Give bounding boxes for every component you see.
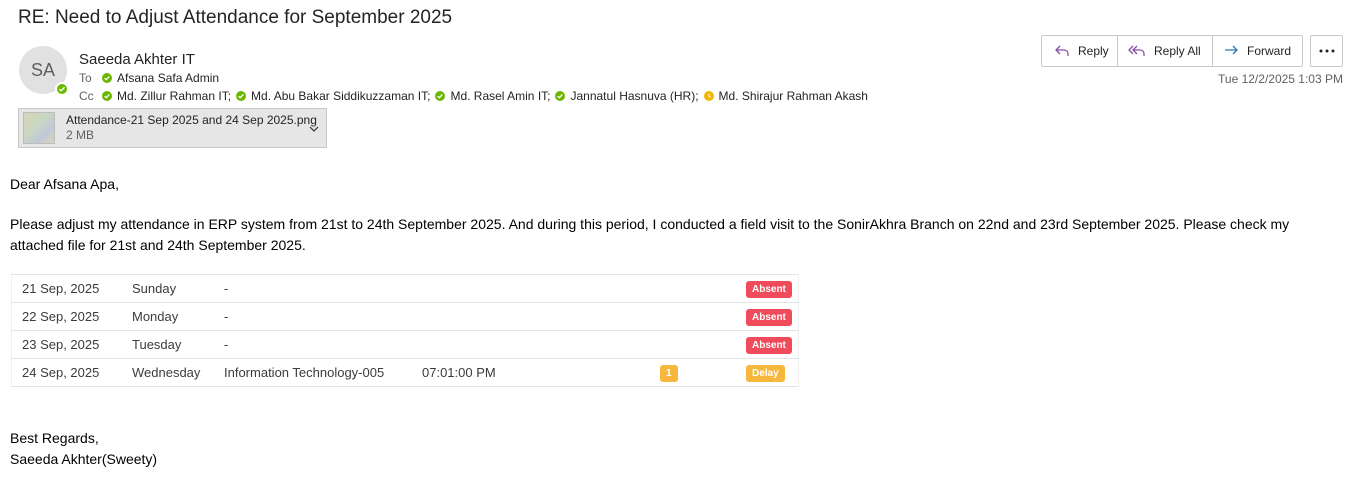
time-cell (422, 330, 660, 359)
recipient-cc[interactable]: Md. Abu Bakar Siddikuzzaman IT; (236, 89, 430, 103)
email-greeting: Dear Afsana Apa, (10, 176, 119, 192)
avatar-initials: SA (30, 59, 55, 80)
count-cell: 1 (660, 358, 746, 387)
recipient-cc[interactable]: Md. Zillur Rahman IT; (102, 89, 231, 103)
recipient-name: Afsana Safa Admin (117, 71, 220, 85)
date-cell: 24 Sep, 2025 (11, 358, 132, 387)
presence-available-icon (102, 73, 112, 83)
time-cell: 07:01:00 PM (422, 358, 660, 387)
table-row: 21 Sep, 2025 Sunday - Absent (11, 274, 799, 303)
recipient-name: Jannatul Hasnuva (HR); (570, 89, 699, 103)
attachment-name: Attendance-21 Sep 2025 and 24 Sep 2025.p… (66, 113, 317, 127)
department-cell: - (224, 330, 422, 359)
to-row: To Afsana Safa Admin (79, 71, 224, 85)
recipient-name: Md. Shirajur Rahman Akash (718, 89, 868, 103)
reply-all-button[interactable]: Reply All (1118, 35, 1213, 67)
signature-line: Saeeda Akhter(Sweety) (10, 451, 158, 467)
presence-available-icon (555, 91, 566, 101)
email-subject: RE: Need to Adjust Attendance for Septem… (18, 7, 453, 28)
forward-label: Forward (1247, 44, 1292, 58)
count-badge: 1 (660, 364, 678, 382)
presence-available-icon (102, 91, 112, 101)
day-cell: Wednesday (132, 358, 224, 387)
recipient-cc[interactable]: Md. Shirajur Rahman Akash (703, 89, 868, 103)
status-cell: Delay (746, 358, 799, 387)
status-badge: Absent (746, 280, 792, 298)
regards-line: Best Regards, (10, 430, 99, 446)
recipient-name: Md. Rasel Amin IT; (450, 89, 551, 103)
email-paragraph: Please adjust my attendance in ERP syste… (10, 216, 1290, 253)
to-label: To (79, 71, 92, 85)
department-cell: Information Technology-005 (224, 358, 422, 387)
reply-all-arrow-icon (1128, 45, 1145, 56)
sender-name[interactable]: Saeeda Akhter IT (79, 51, 195, 68)
date-cell: 23 Sep, 2025 (11, 330, 132, 359)
table-row: 24 Sep, 2025 Wednesday Information Techn… (11, 358, 799, 387)
recipient-to[interactable]: Afsana Safa Admin (102, 71, 219, 85)
forward-button[interactable]: Forward (1213, 35, 1303, 67)
reply-all-label: Reply All (1154, 44, 1201, 58)
attachment-thumbnail (23, 112, 55, 144)
email-timestamp: Tue 12/2/2025 1:03 PM (1218, 72, 1343, 86)
status-badge: Absent (746, 308, 792, 326)
count-cell (660, 302, 746, 331)
day-cell: Tuesday (132, 330, 224, 359)
presence-available-icon (55, 82, 69, 96)
attendance-table: 21 Sep, 2025 Sunday - Absent 22 Sep, 202… (11, 274, 799, 387)
day-cell: Sunday (132, 274, 224, 303)
table-row: 22 Sep, 2025 Monday - Absent (11, 302, 799, 331)
email-signoff: Best Regards, Saeeda Akhter(Sweety) (10, 428, 157, 470)
reply-label: Reply (1078, 44, 1109, 58)
recipient-name: Md. Zillur Rahman IT; (117, 89, 232, 103)
department-cell: - (224, 302, 422, 331)
status-cell: Absent (746, 302, 799, 331)
date-cell: 22 Sep, 2025 (11, 302, 132, 331)
status-cell: Absent (746, 274, 799, 303)
message-actions: Reply Reply All Forward (1041, 35, 1303, 67)
chevron-down-icon[interactable] (308, 122, 320, 140)
presence-available-icon (236, 91, 247, 101)
department-cell: - (224, 274, 422, 303)
presence-away-clock-icon (703, 91, 714, 101)
table-row: 23 Sep, 2025 Tuesday - Absent (11, 330, 799, 359)
attachment-card[interactable]: Attendance-21 Sep 2025 and 24 Sep 2025.p… (18, 108, 327, 148)
recipient-cc[interactable]: Jannatul Hasnuva (HR); (555, 89, 699, 103)
status-badge: Delay (746, 364, 785, 382)
status-cell: Absent (746, 330, 799, 359)
attachment-size: 2 MB (66, 128, 95, 142)
count-cell (660, 330, 746, 359)
status-badge: Absent (746, 336, 792, 354)
cc-label: Cc (79, 89, 94, 103)
time-cell (422, 302, 660, 331)
more-actions-button[interactable] (1310, 35, 1343, 67)
day-cell: Monday (132, 302, 224, 331)
reply-button[interactable]: Reply (1041, 35, 1118, 67)
forward-arrow-icon (1225, 45, 1238, 55)
sender-avatar[interactable]: SA (19, 46, 69, 96)
time-cell (422, 274, 660, 303)
date-cell: 21 Sep, 2025 (11, 274, 132, 303)
ellipsis-icon (1319, 49, 1334, 53)
recipient-cc[interactable]: Md. Rasel Amin IT; (435, 89, 550, 103)
count-cell (660, 274, 746, 303)
cc-row: Cc Md. Zillur Rahman IT; Md. Abu Bakar S… (79, 89, 873, 103)
presence-available-icon (435, 91, 446, 101)
reply-arrow-icon (1055, 45, 1069, 56)
recipient-name: Md. Abu Bakar Siddikuzzaman IT; (251, 89, 431, 103)
